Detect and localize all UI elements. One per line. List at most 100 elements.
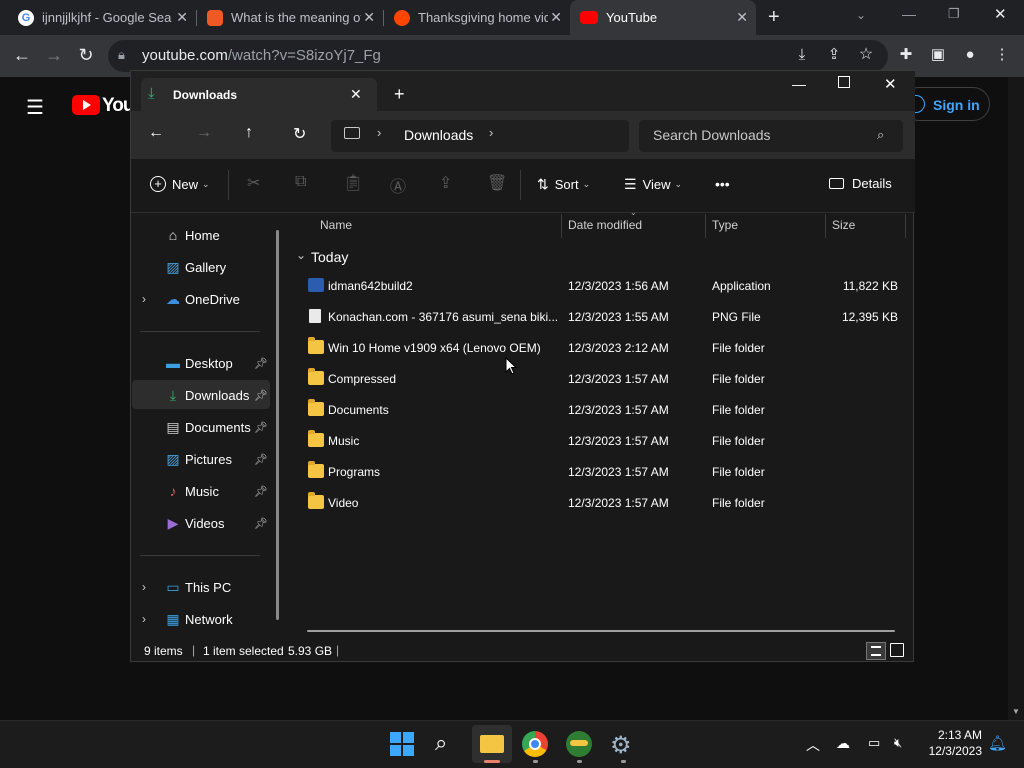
new-button[interactable]: + New ⌄ [150, 176, 210, 192]
settings-gear-icon[interactable]: ⚙ [610, 731, 638, 759]
pin-icon[interactable]: 📌︎ [254, 517, 268, 530]
view-button[interactable]: ☰ View ⌄ [624, 176, 682, 193]
install-icon[interactable]: ⤓ [790, 43, 814, 67]
url-text[interactable]: youtube.com/watch?v=S8izoYj7_Fg [142, 47, 381, 64]
minimize-icon[interactable]: — [902, 6, 916, 22]
restore-icon[interactable]: ❐ [948, 6, 960, 22]
sidebar-item-documents[interactable]: ▤ Documents [164, 413, 250, 441]
chrome-tab-reddit[interactable]: Thanksgiving home vid ✕ [384, 0, 570, 35]
youtube-logo-text[interactable]: You [102, 95, 135, 117]
profile-icon[interactable]: ● [958, 43, 982, 67]
youtube-logo-icon[interactable] [72, 95, 100, 115]
sidebar-item-network[interactable]: ▦ Network [164, 605, 232, 633]
expand-chevron-icon[interactable]: › [142, 292, 146, 306]
file-row[interactable]: Video 12/3/2023 1:57 AM File folder [300, 487, 904, 518]
sign-in-button[interactable]: Sign in [902, 87, 990, 121]
extensions-icon[interactable]: ✚ [894, 43, 918, 67]
file-row[interactable]: Compressed 12/3/2023 1:57 AM File folder [300, 363, 904, 394]
search-icon[interactable]: ⌕ [435, 730, 463, 758]
notification-bell-icon[interactable]: 🔔︎ [988, 734, 1007, 752]
sidebar-item-videos[interactable]: ▶ Videos [164, 509, 225, 537]
forward-icon[interactable]: → [196, 124, 212, 142]
chevron-right-icon[interactable]: › [377, 125, 381, 140]
file-row[interactable]: Win 10 Home v1909 x64 (Lenovo OEM) 12/3/… [300, 332, 904, 363]
file-explorer-taskbar-button[interactable] [472, 725, 512, 763]
share-icon[interactable]: ⇪ [822, 43, 846, 67]
chrome-tab-youtube[interactable]: YouTube ✕ [570, 0, 756, 35]
new-tab-icon[interactable]: + [394, 84, 405, 105]
maximize-icon[interactable] [838, 76, 850, 88]
column-divider[interactable] [561, 214, 562, 238]
up-icon[interactable]: ↑ [245, 124, 253, 142]
close-tab-icon[interactable]: ✕ [363, 9, 375, 26]
forward-icon[interactable]: → [42, 43, 66, 67]
delete-icon[interactable]: 🗑︎ [487, 173, 507, 193]
sidebar-item-gallery[interactable]: ▨ Gallery [164, 253, 226, 281]
pin-icon[interactable]: 📌︎ [254, 485, 268, 498]
tab-search-icon[interactable]: ⌄ [856, 8, 866, 22]
file-row[interactable]: idman642build2 12/3/2023 1:56 AM Applica… [300, 270, 904, 301]
close-window-icon[interactable]: ✕ [884, 75, 897, 93]
sort-button[interactable]: ⇅ Sort ⌄ [537, 176, 590, 193]
search-icon[interactable]: ⌕ [877, 127, 884, 143]
pin-icon[interactable]: 📌︎ [254, 357, 268, 370]
close-window-icon[interactable]: ✕ [994, 5, 1007, 23]
onedrive-tray-icon[interactable]: ☁ [836, 735, 850, 752]
paste-icon[interactable]: 📋︎ [343, 173, 363, 193]
chrome-tab-meaning[interactable]: What is the meaning of ✕ [197, 0, 383, 35]
column-divider[interactable] [905, 214, 906, 238]
close-tab-icon[interactable]: ✕ [350, 86, 362, 103]
column-divider[interactable] [825, 214, 826, 238]
page-scrollbar[interactable]: ▼ [1008, 77, 1024, 720]
network-tray-icon[interactable]: ▭ [868, 735, 880, 751]
address-bar[interactable] [331, 120, 629, 152]
sidebar-item-home[interactable]: ⌂ Home [164, 221, 220, 249]
idm-icon[interactable] [566, 731, 592, 757]
reload-icon[interactable]: ↻ [74, 43, 98, 67]
file-row[interactable]: Konachan.com - 367176 asumi_sena biki...… [300, 301, 904, 332]
close-tab-icon[interactable]: ✕ [176, 9, 188, 26]
column-divider[interactable] [705, 214, 706, 238]
details-view-icon[interactable] [866, 642, 886, 660]
collapse-chevron-icon[interactable]: ⌄ [296, 248, 306, 262]
chrome-tab-google[interactable]: G ijnnjjlkjhf - Google Sear ✕ [8, 0, 196, 35]
new-tab-icon[interactable]: + [768, 6, 780, 29]
sidebar-item-downloads[interactable]: ⤓ Downloads [164, 381, 249, 409]
chevron-up-icon[interactable]: ︿ [806, 735, 820, 755]
sidebar-item-music[interactable]: ♪ Music [164, 477, 219, 505]
pin-icon[interactable]: 📌︎ [254, 421, 268, 434]
expand-chevron-icon[interactable]: › [142, 580, 146, 594]
lock-icon[interactable]: 🔒︎ [118, 47, 125, 63]
copy-icon[interactable]: ⧉ [295, 173, 306, 191]
tiles-view-icon[interactable] [890, 643, 904, 657]
minimize-icon[interactable]: — [792, 76, 806, 92]
this-pc-icon[interactable] [344, 127, 360, 139]
pin-icon[interactable]: 📌︎ [254, 453, 268, 466]
chevron-right-icon[interactable]: › [489, 125, 493, 140]
back-icon[interactable]: ← [148, 124, 164, 142]
menu-dots-icon[interactable]: ⋮ [990, 43, 1014, 67]
close-tab-icon[interactable]: ✕ [550, 9, 562, 26]
column-header-type[interactable]: Type [712, 218, 738, 232]
cut-icon[interactable]: ✂ [247, 173, 260, 193]
clock[interactable]: 2:13 AM 12/3/2023 [924, 728, 982, 758]
hamburger-menu-icon[interactable]: ☰ [26, 95, 44, 120]
refresh-icon[interactable]: ↻ [293, 124, 306, 144]
back-icon[interactable]: ← [10, 43, 34, 67]
side-panel-icon[interactable]: ▣ [926, 43, 950, 67]
expand-chevron-icon[interactable]: › [142, 612, 146, 626]
bookmark-star-icon[interactable]: ☆ [854, 43, 878, 67]
file-row[interactable]: Programs 12/3/2023 1:57 AM File folder [300, 456, 904, 487]
column-header-name[interactable]: Name [320, 218, 352, 232]
share-icon[interactable]: ⇪ [439, 173, 452, 193]
file-row[interactable]: Documents 12/3/2023 1:57 AM File folder [300, 394, 904, 425]
close-tab-icon[interactable]: ✕ [736, 9, 748, 26]
sidebar-scrollbar[interactable] [276, 230, 279, 620]
volume-muted-icon[interactable]: 🔇︎ [894, 735, 902, 751]
sidebar-item-pictures[interactable]: ▨ Pictures [164, 445, 232, 473]
search-placeholder[interactable]: Search Downloads [653, 127, 771, 143]
sidebar-item-this-pc[interactable]: ▭ This PC [164, 573, 231, 601]
column-header-size[interactable]: Size [832, 218, 855, 232]
file-row[interactable]: Music 12/3/2023 1:57 AM File folder [300, 425, 904, 456]
sidebar-item-desktop[interactable]: ▬ Desktop [164, 349, 233, 377]
